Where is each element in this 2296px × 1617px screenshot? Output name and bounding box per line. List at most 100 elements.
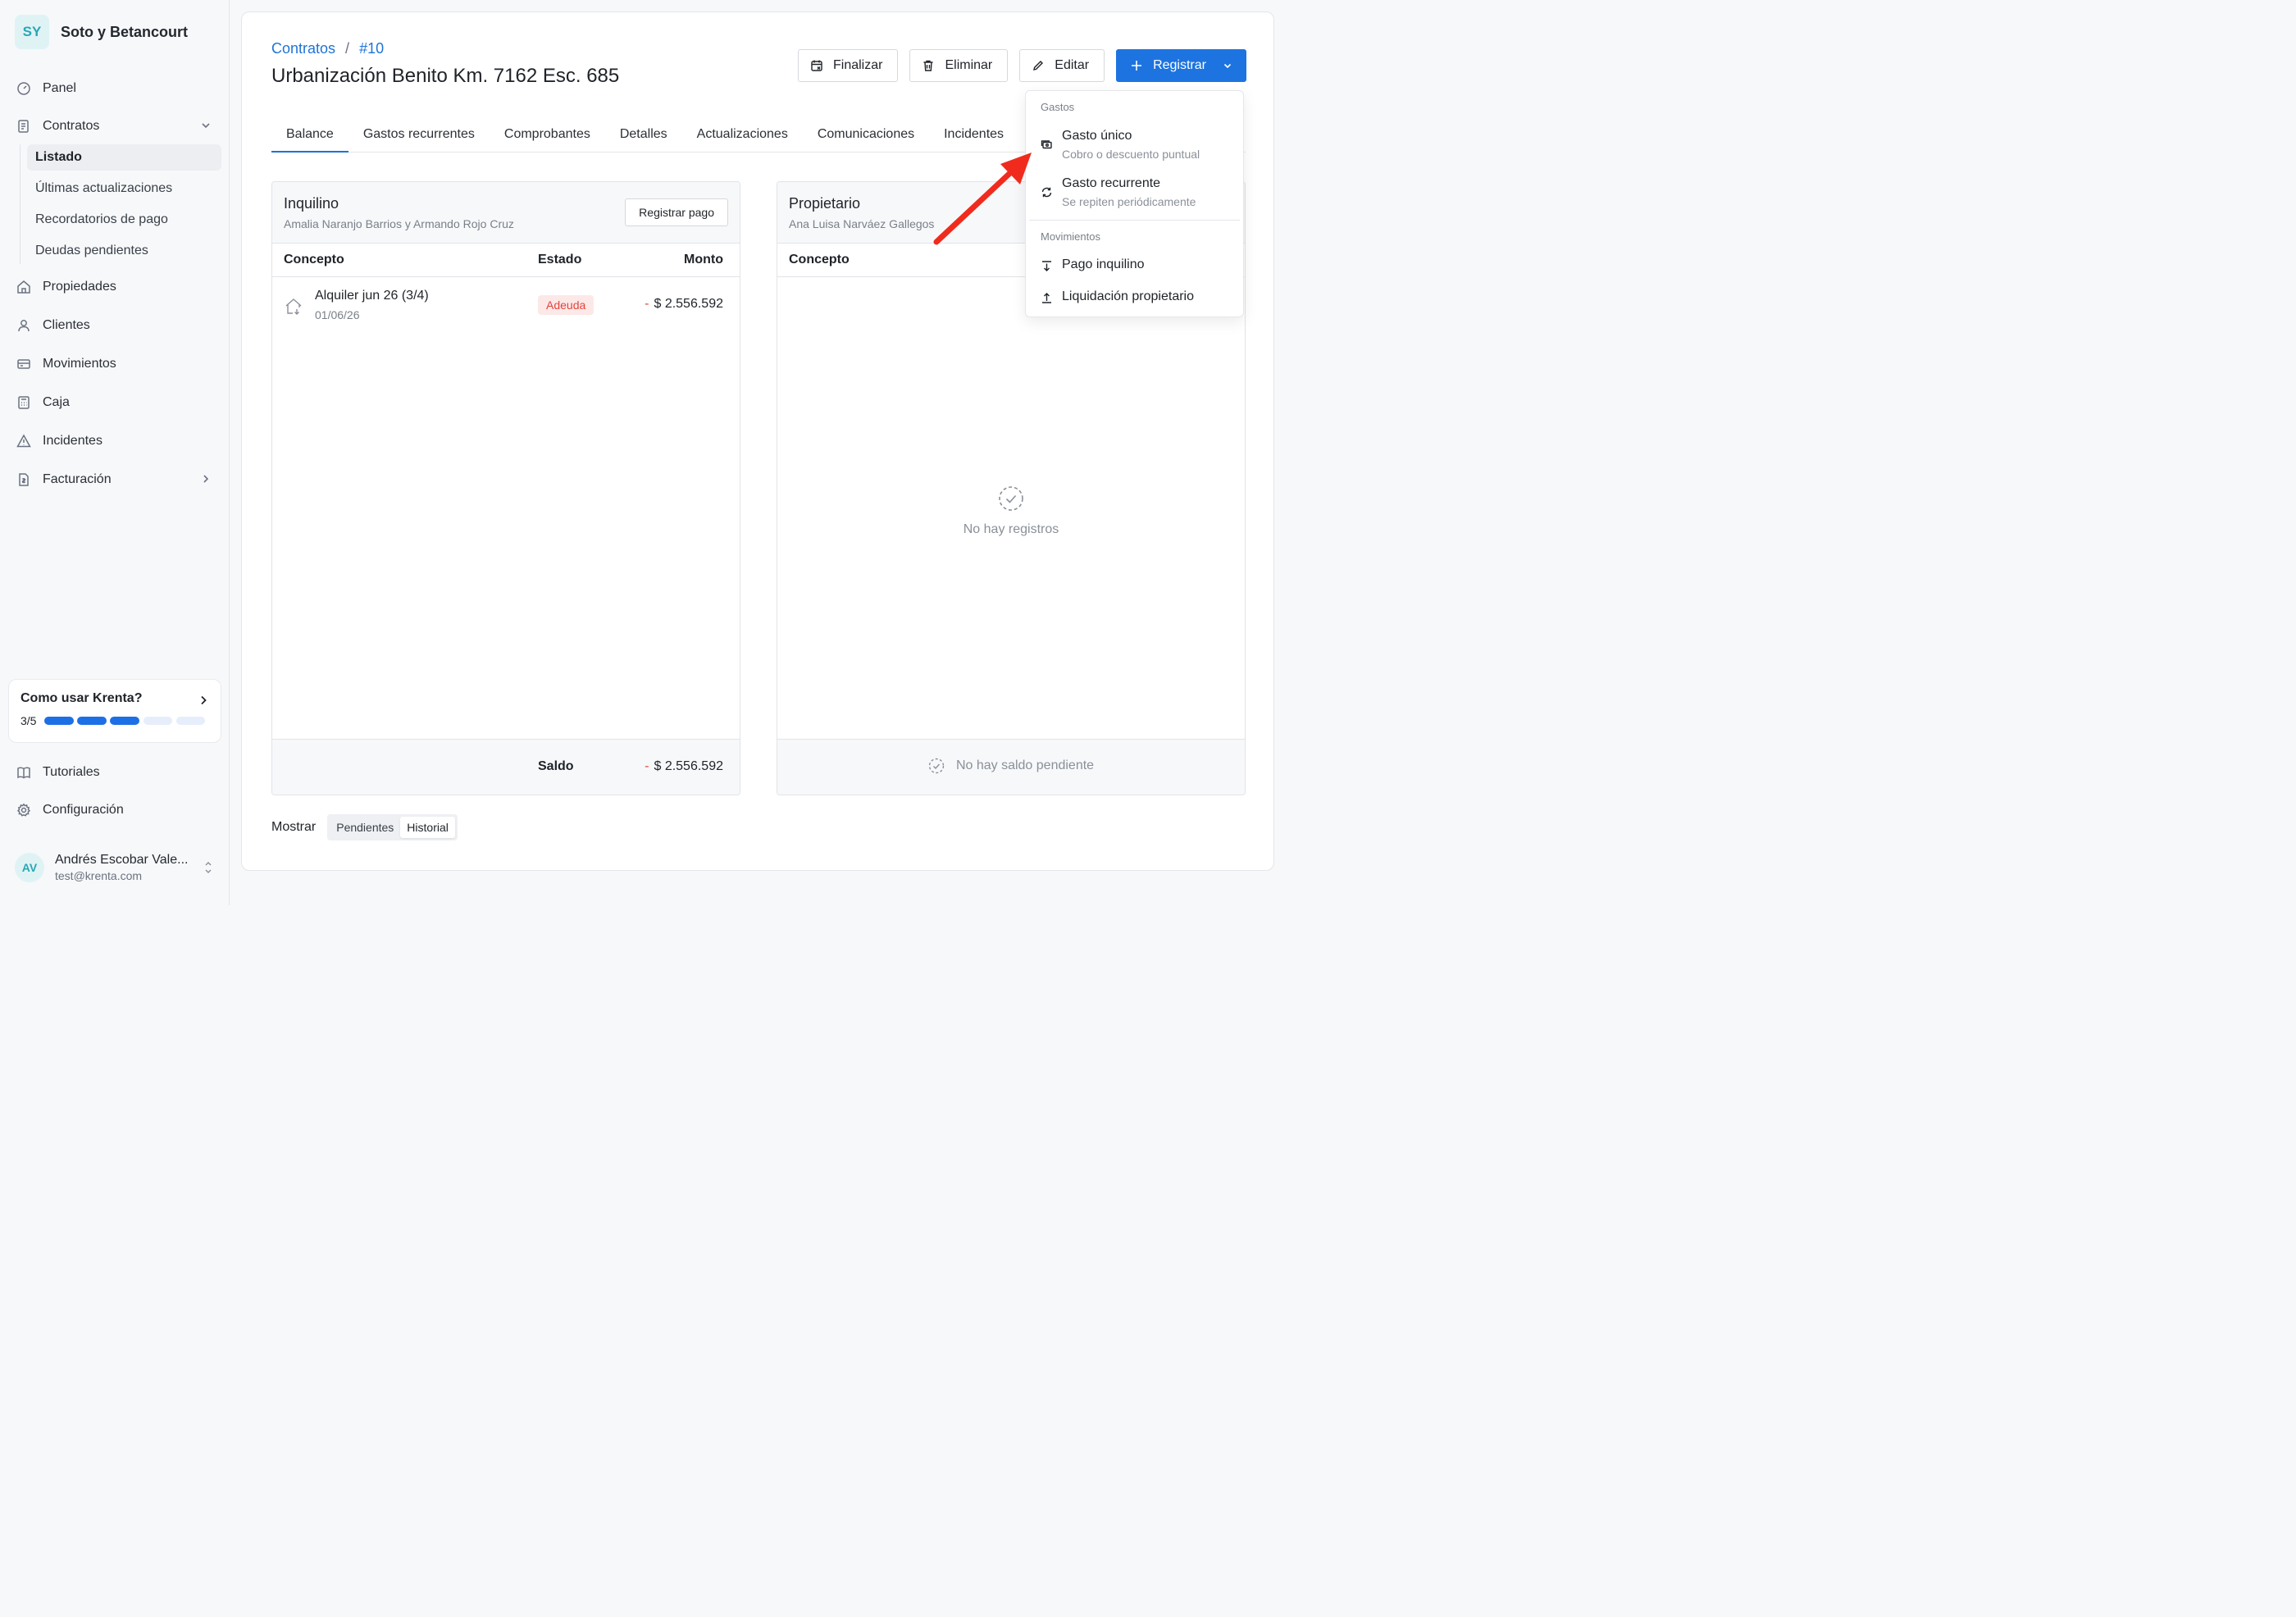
registrar-pago-button[interactable]: Registrar pago bbox=[625, 198, 728, 226]
menu-group-movimientos: Movimientos bbox=[1041, 230, 1100, 243]
gauge-icon bbox=[16, 81, 31, 96]
dashed-check-circle-icon bbox=[999, 486, 1023, 511]
menu-item-pago-inquilino[interactable]: Pago inquilino bbox=[1026, 252, 1243, 280]
column-header-concepto: Concepto bbox=[789, 253, 850, 266]
menu-item-gasto-recurrente[interactable]: Gasto recurrente Se repiten periódicamen… bbox=[1026, 171, 1243, 214]
sidebar-item-configuracion[interactable]: Configuración bbox=[8, 794, 221, 827]
tab-incidentes[interactable]: Incidentes bbox=[929, 122, 1018, 153]
menu-item-gasto-unico[interactable]: Gasto único Cobro o descuento puntual bbox=[1026, 124, 1243, 166]
editar-button[interactable]: Editar bbox=[1019, 49, 1105, 82]
tab-balance[interactable]: Balance bbox=[271, 122, 348, 153]
plus-icon bbox=[1132, 61, 1142, 71]
menu-item-title: Gasto único bbox=[1062, 129, 1132, 143]
dashed-check-circle-icon bbox=[928, 758, 945, 774]
card-icon bbox=[16, 357, 31, 371]
tab-detalles[interactable]: Detalles bbox=[605, 122, 682, 153]
breadcrumb-contract-id-link[interactable]: #10 bbox=[359, 40, 384, 57]
sidebar-item-tutoriales[interactable]: Tutoriales bbox=[8, 756, 221, 789]
sidebar-item-label: Incidentes bbox=[43, 434, 102, 448]
onboarding-guide-card[interactable]: Como usar Krenta? 3/5 bbox=[8, 679, 221, 743]
brand-name: Soto y Betancourt bbox=[61, 23, 189, 40]
sidebar: SY Soto y Betancourt Panel Contratos Lis… bbox=[0, 0, 230, 905]
sidebar-subitem-recordatorios[interactable]: Recordatorios de pago bbox=[27, 207, 221, 233]
home-icon bbox=[16, 280, 31, 294]
chevron-right-icon bbox=[203, 475, 209, 483]
guide-progress-segment bbox=[175, 717, 206, 725]
breadcrumb-separator: / bbox=[345, 40, 350, 57]
chevron-up-down-icon bbox=[205, 862, 212, 873]
row-amount: - $ 2.556.592 bbox=[645, 297, 723, 312]
sidebar-item-label: Tutoriales bbox=[43, 765, 100, 779]
sidebar-subitem-listado[interactable]: Listado bbox=[27, 144, 221, 171]
user-email: test@krenta.com bbox=[55, 869, 143, 882]
sidebar-item-clientes[interactable]: Clientes bbox=[8, 309, 221, 342]
house-arrow-icon bbox=[285, 298, 302, 315]
guide-progress: 3/5 bbox=[20, 714, 209, 727]
sidebar-item-caja[interactable]: Caja bbox=[8, 386, 221, 419]
chevron-down-icon bbox=[202, 123, 210, 129]
user-menu[interactable]: AV Andrés Escobar Vale... test@krenta.co… bbox=[15, 849, 220, 886]
breadcrumb: Contratos / #10 bbox=[271, 40, 384, 57]
table-row[interactable]: Alquiler jun 26 (3/4) 01/06/26 Adeuda - $… bbox=[272, 277, 740, 335]
no-pending-balance-text: No hay saldo pendiente bbox=[955, 758, 1095, 772]
inquilino-footer: Saldo - $ 2.556.592 bbox=[272, 739, 740, 795]
sidebar-item-label: Contratos bbox=[43, 119, 100, 133]
breadcrumb-contratos-link[interactable]: Contratos bbox=[271, 40, 335, 57]
sidebar-item-incidentes[interactable]: Incidentes bbox=[8, 425, 221, 458]
menu-item-title: Pago inquilino bbox=[1062, 257, 1145, 271]
sidebar-item-movimientos[interactable]: Movimientos bbox=[8, 348, 221, 380]
sidebar-item-contratos[interactable]: Contratos bbox=[8, 110, 221, 143]
warning-icon bbox=[16, 434, 31, 449]
money-icon bbox=[1041, 140, 1052, 149]
calculator-icon bbox=[16, 395, 31, 410]
registrar-button-label: Registrar bbox=[1153, 58, 1206, 72]
avatar: AV bbox=[15, 853, 44, 882]
bottom-nav: Tutoriales Configuración bbox=[8, 756, 221, 827]
mostrar-toggle: Mostrar Pendientes Historial bbox=[271, 814, 458, 840]
book-icon bbox=[16, 765, 31, 780]
chevron-down-icon bbox=[1223, 63, 1232, 69]
user-icon bbox=[16, 318, 31, 333]
calendar-x-icon bbox=[811, 60, 822, 71]
tab-actualizaciones[interactable]: Actualizaciones bbox=[682, 122, 803, 153]
tab-comprobantes[interactable]: Comprobantes bbox=[490, 122, 605, 153]
refresh-icon bbox=[1041, 187, 1052, 198]
menu-item-title: Liquidación propietario bbox=[1062, 289, 1194, 303]
sidebar-item-panel[interactable]: Panel bbox=[8, 72, 221, 105]
sidebar-item-label: Facturación bbox=[43, 472, 112, 486]
trash-icon bbox=[923, 60, 933, 71]
page-title: Urbanización Benito Km. 7162 Esc. 685 bbox=[271, 65, 620, 87]
menu-group-gastos: Gastos bbox=[1041, 101, 1075, 113]
sidebar-item-facturacion[interactable]: Facturación bbox=[8, 463, 221, 496]
negative-sign: - bbox=[645, 759, 649, 773]
column-header-concepto: Concepto bbox=[284, 253, 344, 266]
guide-progress-text: 3/5 bbox=[20, 714, 37, 727]
menu-divider bbox=[1029, 220, 1240, 221]
sidebar-item-propiedades[interactable]: Propiedades bbox=[8, 271, 221, 303]
menu-item-subtitle: Se repiten periódicamente bbox=[1062, 195, 1196, 208]
header-actions: Finalizar Eliminar Editar Registrar bbox=[798, 49, 1246, 82]
brand-badge: SY bbox=[15, 15, 49, 49]
finalizar-button[interactable]: Finalizar bbox=[798, 49, 899, 82]
brand[interactable]: SY Soto y Betancourt bbox=[15, 15, 188, 49]
segment-pendientes[interactable]: Pendientes bbox=[330, 817, 400, 838]
segment-historial[interactable]: Historial bbox=[400, 817, 455, 838]
empty-text: No hay registros bbox=[963, 522, 1059, 536]
main-nav: Panel Contratos Listado Últimas actualiz… bbox=[8, 72, 221, 496]
sidebar-subitem-ultimas-actualizaciones[interactable]: Últimas actualizaciones bbox=[27, 175, 221, 202]
row-amount-value: $ 2.556.592 bbox=[654, 297, 723, 311]
pencil-icon bbox=[1033, 61, 1044, 71]
mostrar-segmented-control: Pendientes Historial bbox=[327, 814, 458, 840]
eliminar-button[interactable]: Eliminar bbox=[909, 49, 1009, 82]
sidebar-item-label: Configuración bbox=[43, 803, 124, 817]
mostrar-label: Mostrar bbox=[271, 820, 317, 834]
sidebar-item-label: Clientes bbox=[43, 318, 90, 332]
registrar-button[interactable]: Registrar bbox=[1116, 49, 1246, 82]
menu-item-liquidacion-propietario[interactable]: Liquidación propietario bbox=[1026, 285, 1243, 312]
tab-comunicaciones[interactable]: Comunicaciones bbox=[803, 122, 929, 153]
guide-progress-segment bbox=[77, 717, 107, 725]
saldo-amount-value: $ 2.556.592 bbox=[654, 759, 723, 773]
inquilino-table-header: Concepto Estado Monto bbox=[272, 244, 740, 277]
sidebar-subitem-deudas[interactable]: Deudas pendientes bbox=[27, 238, 221, 264]
tab-gastos-recurrentes[interactable]: Gastos recurrentes bbox=[348, 122, 490, 153]
